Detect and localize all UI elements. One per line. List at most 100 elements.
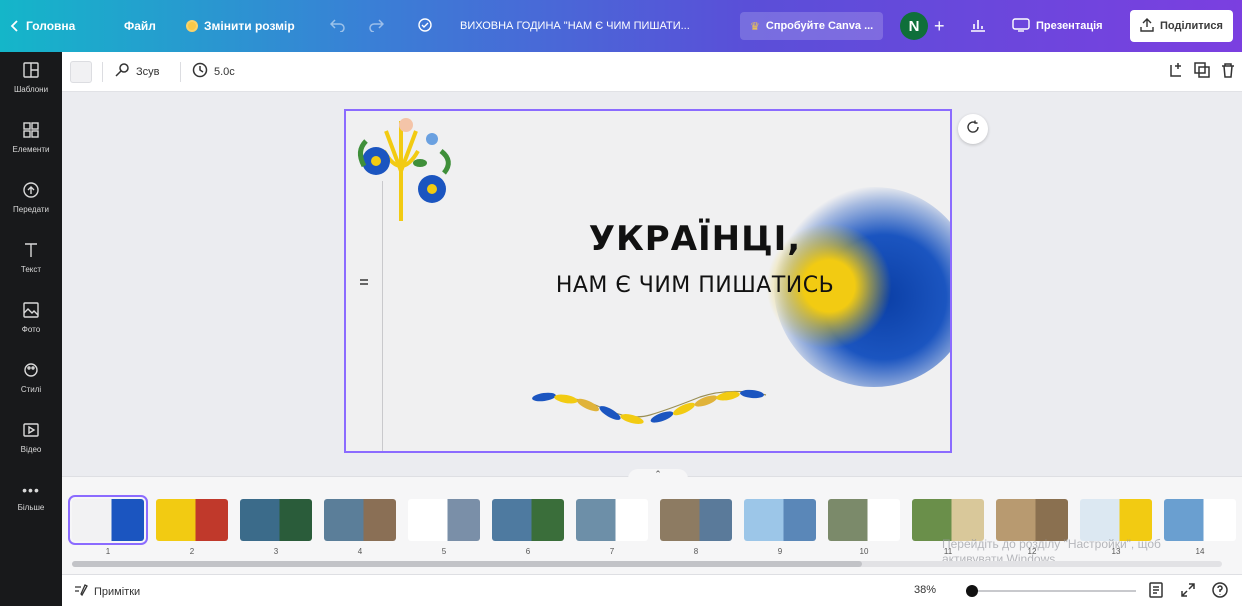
page-thumbnail[interactable] [492,499,564,541]
upload-icon [1140,17,1154,35]
try-canva-pro-button[interactable]: ♛ Спробуйте Canva ... [740,12,884,40]
photo-icon [23,302,39,320]
plus-icon: + [934,15,945,36]
file-menu[interactable]: Файл [124,0,156,52]
redo-button[interactable] [368,0,385,52]
refresh-button[interactable] [958,114,988,144]
duration-label: 5.0с [214,65,235,78]
slide-subtitle[interactable]: НАМ Є ЧИМ ПИШАТИСЬ [346,273,950,298]
page-number: 8 [693,547,699,556]
collapse-strip-button[interactable]: ⌃ [628,469,688,481]
sidebar-item-photos[interactable]: Фото [0,302,62,334]
page-number: 7 [609,547,615,556]
cloud-check-icon [416,17,434,36]
help-button[interactable] [1212,582,1228,601]
leaf-wreath-decoration[interactable] [530,387,770,433]
page-thumbnail[interactable] [744,499,816,541]
animate-button[interactable]: Зсув [114,62,160,81]
notes-button[interactable]: Примітки [74,583,140,600]
more-icon: ••• [22,482,40,498]
add-collaborator-button[interactable]: + [934,0,945,52]
page-number: 1 [105,547,111,556]
page-thumbnail[interactable] [408,499,480,541]
document-title[interactable]: ВИХОВНА ГОДИНА "НАМ Є ЧИМ ПИШАТИ... [460,0,690,52]
page-thumbnail[interactable] [68,495,148,545]
page-number: 3 [273,547,279,556]
fullscreen-button[interactable] [1180,582,1196,601]
avatar: N [900,12,928,40]
crown-icon [186,20,198,32]
sidebar-item-elements[interactable]: Елементи [0,122,62,154]
upload-icon [23,182,39,200]
grid-view-button[interactable] [1148,582,1164,601]
sidebar-item-more[interactable]: ••• Більше [0,482,62,512]
animate-icon [114,62,130,81]
bar-chart-icon [970,18,986,35]
slide-page[interactable]: УКРАЇНЦІ, НАМ Є ЧИМ ПИШАТИСЬ [344,109,952,453]
resize-button[interactable]: Змінити розмір [186,0,295,52]
delete-page-button[interactable] [1220,62,1236,81]
sidebar-item-video[interactable]: Відео [0,422,62,454]
sidebar-label: Більше [17,503,45,512]
cloud-save-button[interactable] [416,0,434,52]
undo-button[interactable] [329,0,346,52]
account-avatar[interactable]: N [900,0,928,52]
page-thumbnail[interactable] [1080,499,1152,541]
page-number: 14 [1195,547,1205,556]
share-label: Поділитися [1160,20,1223,32]
text-icon [23,242,39,260]
page-thumbnail[interactable] [996,499,1068,541]
page-thumbnail[interactable] [660,499,732,541]
page-thumbnail[interactable] [1164,499,1236,541]
present-button[interactable]: Презентація [1012,0,1103,52]
page-thumbnail[interactable] [912,499,984,541]
toolbar-divider [180,62,181,82]
sidebar-item-text[interactable]: Текст [0,242,62,274]
page-thumbnails-strip: ⌃ 1 2 3 4 5 6 7 8 9 10 11 12 13 14 Перейдіть до розді… [62,469,1242,574]
redo-icon [368,18,385,35]
page-number: 9 [777,547,783,556]
page-thumbnail[interactable] [576,499,648,541]
watermark-line-1: Перейдіть до розділу "Настройки", щоб [942,537,1161,551]
duplicate-page-button[interactable] [1194,62,1210,81]
page-number: 5 [441,547,447,556]
floral-decoration[interactable] [346,111,466,231]
zoom-level[interactable]: 38% [914,584,936,596]
chevron-up-icon: ⌃ [654,469,662,479]
page-thumbnail[interactable] [240,499,312,541]
sidebar-item-templates[interactable]: Шаблони [0,62,62,94]
present-icon [1012,17,1030,35]
insights-button[interactable] [970,0,986,52]
try-canva-label: Спробуйте Canva ... [765,20,874,32]
zoom-slider-track[interactable] [966,590,1136,592]
page-thumbnail[interactable] [324,499,396,541]
page-thumbnail[interactable] [828,499,900,541]
home-button[interactable]: Головна [10,0,75,52]
sidebar-item-styles[interactable]: Стилі [0,362,62,394]
page-count-icon [1148,582,1164,601]
background-color-swatch[interactable] [70,61,92,83]
strip-scrollbar-thumb[interactable] [72,561,862,567]
sidebar-label: Шаблони [13,85,49,94]
page-number: 6 [525,547,531,556]
sidebar-label: Текст [20,265,42,274]
help-icon [1212,582,1228,601]
page-number: 2 [189,547,195,556]
file-label: Файл [124,19,156,33]
add-page-button[interactable] [1168,62,1184,81]
zoom-slider-handle[interactable] [966,585,978,597]
present-label: Презентація [1036,20,1103,32]
page-thumbnail[interactable] [156,499,228,541]
expand-icon [1180,583,1196,601]
home-label: Головна [26,19,76,33]
notes-label: Примітки [94,585,141,598]
sidebar-label: Стилі [20,385,42,394]
refresh-icon [966,120,980,139]
templates-icon [23,62,39,80]
crown-icon: ♛ [750,20,760,33]
sidebar-item-uploads[interactable]: Передати [0,182,62,214]
page-number: 10 [859,547,869,556]
share-button[interactable]: Поділитися [1130,10,1233,42]
slide-title[interactable]: УКРАЇНЦІ, [346,219,950,259]
duration-button[interactable]: 5.0с [192,62,235,81]
